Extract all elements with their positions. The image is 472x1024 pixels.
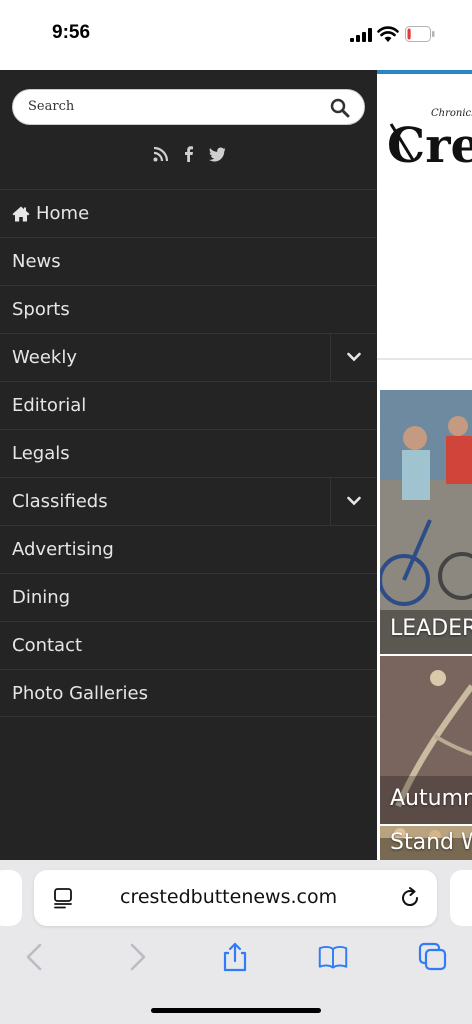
masthead-logo[interactable]: Chronicle Cre xyxy=(387,100,472,170)
twitter-icon[interactable] xyxy=(208,146,226,162)
page-content-peek: Chronicle Cre LEADER Autumn xyxy=(377,70,472,860)
nav-label-dining: Dining xyxy=(12,587,71,608)
story-tile[interactable]: Autumn xyxy=(380,656,472,824)
nav-label-editorial: Editorial xyxy=(12,395,87,416)
side-menu: Search Home News Sports Weekly Editorial… xyxy=(0,70,377,860)
nav-item-editorial[interactable]: Editorial xyxy=(0,381,377,429)
nav-label-home: Home xyxy=(36,203,90,224)
search-bar[interactable]: Search xyxy=(12,89,365,125)
status-time: 9:56 xyxy=(52,22,91,43)
wifi-icon xyxy=(377,26,399,42)
nav-label-contact: Contact xyxy=(12,635,83,656)
page-menu-icon[interactable] xyxy=(53,887,75,909)
search-placeholder[interactable]: Search xyxy=(28,99,74,114)
facebook-icon[interactable] xyxy=(181,146,197,162)
tabs-icon[interactable] xyxy=(418,942,448,972)
browser-toolbar: crestedbuttenews.com xyxy=(0,860,472,1024)
nav-label-sports: Sports xyxy=(12,299,70,320)
chevron-down-icon xyxy=(347,352,361,362)
story-tile[interactable]: Stand W xyxy=(380,826,472,860)
nav-item-classifieds[interactable]: Classifieds xyxy=(0,477,377,525)
weekly-expand-button[interactable] xyxy=(330,334,377,381)
reload-icon[interactable] xyxy=(398,886,422,910)
url-text[interactable]: crestedbuttenews.com xyxy=(120,886,337,908)
home-icon xyxy=(12,206,30,222)
nav-item-weekly[interactable]: Weekly xyxy=(0,333,377,381)
story-photo xyxy=(380,390,472,654)
nav-label-classifieds: Classifieds xyxy=(12,491,108,512)
home-indicator xyxy=(151,1008,321,1013)
rss-icon[interactable] xyxy=(153,146,169,162)
story-caption: Autumn xyxy=(390,786,472,811)
story-caption: Stand W xyxy=(390,830,472,855)
nav-item-photo-galleries[interactable]: Photo Galleries xyxy=(0,669,377,717)
nav-label-photo-galleries: Photo Galleries xyxy=(12,683,148,704)
chevron-down-icon xyxy=(347,496,361,506)
social-links xyxy=(0,146,377,168)
back-icon[interactable] xyxy=(20,942,50,972)
story-caption: LEADER xyxy=(390,616,472,641)
nav-item-contact[interactable]: Contact xyxy=(0,621,377,669)
nav-item-dining[interactable]: Dining xyxy=(0,573,377,621)
nav-label-legals: Legals xyxy=(12,443,70,464)
nav-label-news: News xyxy=(12,251,61,272)
nav-item-news[interactable]: News xyxy=(0,237,377,285)
nav-item-legals[interactable]: Legals xyxy=(0,429,377,477)
previous-tab-preview[interactable] xyxy=(0,870,22,926)
bookmarks-icon[interactable] xyxy=(318,942,348,972)
classifieds-expand-button[interactable] xyxy=(330,478,377,525)
nav-item-advertising[interactable]: Advertising xyxy=(0,525,377,573)
cellular-signal-icon xyxy=(350,28,372,42)
status-bar: 9:56 xyxy=(0,0,472,70)
story-tile[interactable]: LEADER xyxy=(380,390,472,654)
battery-icon xyxy=(405,26,435,42)
nav-label-weekly: Weekly xyxy=(12,347,77,368)
search-icon[interactable] xyxy=(330,98,350,118)
top-accent-bar xyxy=(377,70,472,74)
nav-label-advertising: Advertising xyxy=(12,539,114,560)
share-icon[interactable] xyxy=(220,942,250,972)
svg-text:Cre: Cre xyxy=(387,118,472,170)
main-nav: Home News Sports Weekly Editorial Legals… xyxy=(0,189,377,717)
forward-icon[interactable] xyxy=(122,942,152,972)
nav-item-home[interactable]: Home xyxy=(0,189,377,237)
address-bar[interactable]: crestedbuttenews.com xyxy=(34,870,437,926)
section-divider xyxy=(377,358,472,360)
next-tab-preview[interactable] xyxy=(450,870,472,926)
nav-item-sports[interactable]: Sports xyxy=(0,285,377,333)
